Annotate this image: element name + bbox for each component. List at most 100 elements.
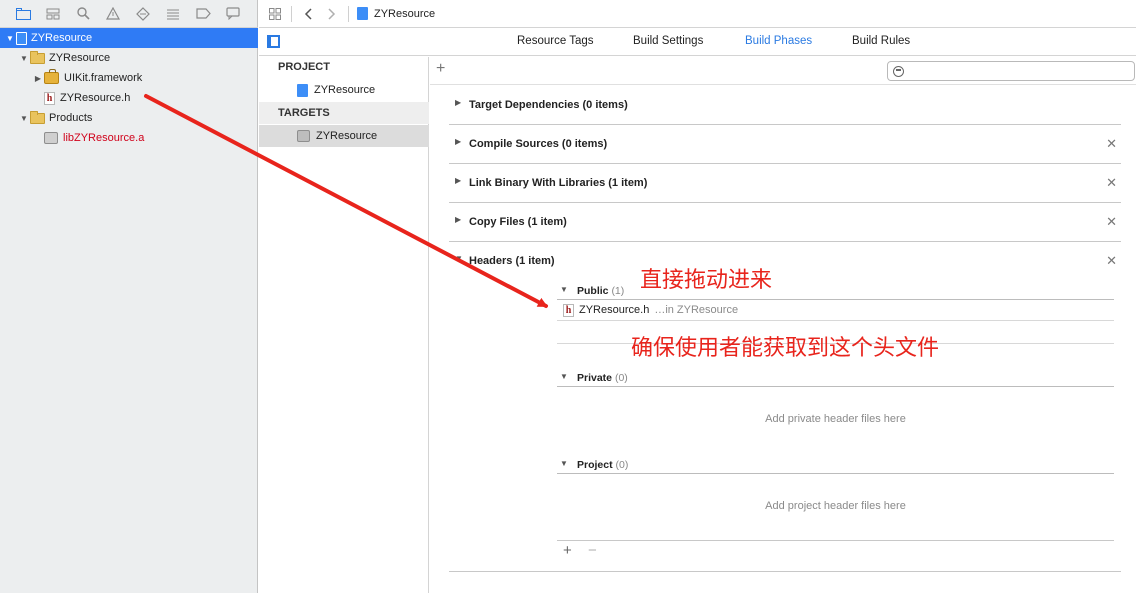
warning-icon[interactable] [98, 0, 128, 28]
add-phase-button[interactable]: + [436, 60, 445, 78]
disclosure-closed-icon[interactable]: ▶ [455, 98, 461, 107]
add-header-button[interactable]: + [563, 542, 572, 559]
annotation-drag-hint: 直接拖动进来 [640, 268, 773, 293]
tab-resource-tags[interactable]: Resource Tags [517, 35, 594, 47]
project-count: (0) [615, 459, 629, 471]
private-count: (0) [614, 372, 628, 384]
project-item[interactable]: ZYResource [259, 79, 429, 101]
project-navigator: ▼ ZYResource ▼ ZYResource ▶ UIKit.framew… [0, 0, 258, 593]
phase-title: Copy Files (1 item) [469, 216, 567, 228]
phase-target-dependencies[interactable]: ▶ Target Dependencies (0 items) [449, 86, 1121, 125]
project-section-header[interactable]: ▼ Project (0) [557, 456, 1114, 474]
target-item[interactable]: ZYResource [259, 125, 429, 147]
phases-toolbar: + [430, 57, 1136, 85]
close-icon[interactable]: ✕ [1106, 136, 1117, 152]
phase-title: Link Binary With Libraries (1 item) [469, 177, 648, 189]
close-icon[interactable]: ✕ [1106, 214, 1117, 230]
tree-item-framework[interactable]: ▶ UIKit.framework [0, 68, 258, 88]
tree-item-project[interactable]: ▼ ZYResource [0, 28, 258, 48]
folder-icon[interactable] [8, 0, 38, 28]
close-icon[interactable]: ✕ [1106, 175, 1117, 191]
build-phases-list: + ▶ Target Dependencies (0 items) ▶ Comp… [430, 57, 1136, 593]
disclosure-open-icon[interactable]: ▼ [4, 34, 16, 43]
xcode-window: ▼ ZYResource ▼ ZYResource ▶ UIKit.framew… [0, 0, 1136, 593]
filter-field[interactable] [887, 61, 1135, 81]
show-targets-toggle-icon[interactable] [267, 35, 280, 48]
header-file-icon: h [44, 91, 55, 105]
header-file-location: …in ZYResource [654, 304, 739, 316]
public-label: Public [577, 285, 609, 297]
phase-title: Headers (1 item) [469, 255, 555, 267]
xcode-project-icon [16, 31, 27, 45]
phase-title: Compile Sources (0 items) [469, 138, 608, 150]
target-item-label: ZYResource [316, 130, 378, 142]
target-icon [297, 130, 310, 142]
related-items-icon[interactable] [263, 0, 287, 28]
divider [557, 540, 1114, 541]
static-library-icon [44, 132, 58, 144]
tab-build-settings[interactable]: Build Settings [633, 35, 703, 47]
folder-icon [30, 110, 45, 124]
xcode-project-icon [297, 83, 308, 97]
tab-build-rules[interactable]: Build Rules [852, 35, 910, 47]
tree-item-label: libZYResource.a [63, 132, 145, 144]
remove-header-button[interactable]: − [588, 542, 597, 559]
tree-item-label: ZYResource [49, 52, 111, 64]
project-label: Project [577, 459, 613, 471]
disclosure-open-icon[interactable]: ▼ [560, 285, 568, 294]
header-file-icon: h [563, 303, 574, 317]
tree-item-label: UIKit.framework [64, 72, 143, 84]
tree-item-label: ZYResource.h [60, 92, 131, 104]
project-section-header: PROJECT [278, 61, 330, 73]
tree-item-label: Products [49, 112, 93, 124]
back-arrow-icon[interactable] [296, 0, 320, 28]
phase-title: Target Dependencies (0 items) [469, 99, 628, 111]
hierarchy-icon[interactable] [38, 0, 68, 28]
folder-icon [30, 50, 45, 64]
tab-build-phases[interactable]: Build Phases [745, 35, 812, 47]
disclosure-open-icon[interactable]: ▼ [18, 114, 30, 123]
header-file-name: ZYResource.h [579, 304, 650, 316]
annotation-ensure-hint: 确保使用者能获取到这个头文件 [631, 336, 940, 361]
disclosure-open-icon[interactable]: ▼ [560, 459, 568, 468]
phase-link-binary[interactable]: ▶ Link Binary With Libraries (1 item) ✕ [449, 164, 1121, 203]
xcode-project-icon [357, 7, 368, 20]
public-count: (1) [611, 285, 625, 297]
disclosure-closed-icon[interactable]: ▶ [455, 176, 461, 185]
search-icon[interactable] [68, 0, 98, 28]
disclosure-closed-icon[interactable]: ▶ [455, 137, 461, 146]
forward-arrow-icon[interactable] [320, 0, 344, 28]
list-icon[interactable] [158, 0, 188, 28]
disclosure-open-icon[interactable]: ▼ [18, 54, 30, 63]
project-placeholder: Add project header files here [765, 500, 906, 512]
disclosure-closed-icon[interactable]: ▶ [455, 215, 461, 224]
targets-list: PROJECT ZYResource TARGETS ZYResource [259, 57, 429, 593]
tree-item-group[interactable]: ▼ ZYResource [0, 48, 258, 68]
navigator-toolbar [0, 0, 258, 28]
breakpoint-icon[interactable] [128, 0, 158, 28]
disclosure-open-icon[interactable]: ▼ [560, 372, 568, 381]
targets-section-header: TARGETS [278, 107, 330, 119]
divider [291, 5, 292, 22]
filter-icon [893, 66, 904, 77]
jump-bar: ZYResource [259, 0, 1136, 28]
tree-item-products[interactable]: ▼ Products [0, 108, 258, 128]
disclosure-closed-icon[interactable]: ▶ [32, 74, 44, 83]
close-icon[interactable]: ✕ [1106, 253, 1117, 269]
toolbox-icon [44, 69, 59, 84]
project-item-label: ZYResource [314, 84, 376, 96]
tree-item-label: ZYResource [31, 32, 93, 44]
project-editor-tabs: Resource Tags Build Settings Build Phase… [259, 28, 1136, 56]
editor-area: ZYResource Resource Tags Build Settings … [259, 0, 1136, 593]
tag-icon[interactable] [188, 0, 218, 28]
phase-compile-sources[interactable]: ▶ Compile Sources (0 items) ✕ [449, 125, 1121, 164]
tree-item-library[interactable]: libZYResource.a [0, 128, 258, 148]
private-placeholder: Add private header files here [765, 413, 906, 425]
disclosure-open-icon[interactable]: ▼ [455, 254, 463, 263]
jump-bar-file[interactable]: ZYResource [374, 8, 435, 20]
phase-copy-files[interactable]: ▶ Copy Files (1 item) ✕ [449, 203, 1121, 242]
chat-icon[interactable] [218, 0, 248, 28]
private-section-header[interactable]: ▼ Private (0) [557, 369, 1114, 387]
header-file-row[interactable]: h ZYResource.h …in ZYResource [557, 300, 1114, 321]
tree-item-header-file[interactable]: h ZYResource.h [0, 88, 258, 108]
